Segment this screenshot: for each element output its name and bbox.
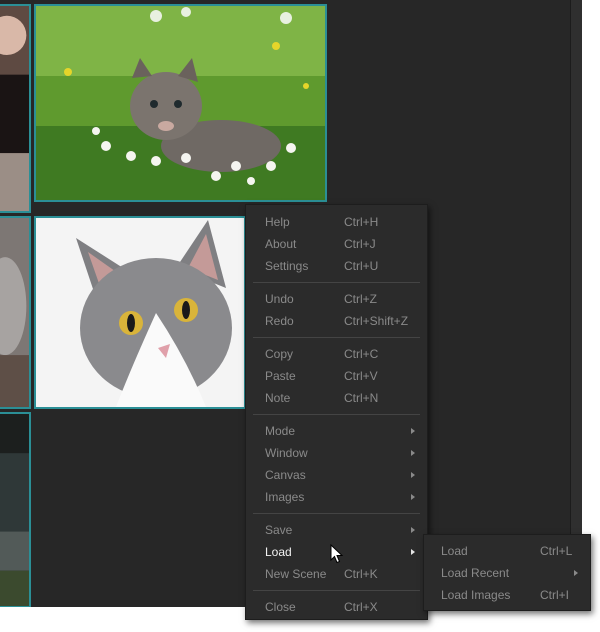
menu-item-save[interactable]: Save [246,519,427,541]
image-thumbnail-kitten[interactable] [34,4,327,202]
menu-item-shortcut: Ctrl+U [344,259,379,273]
menu-item-shortcut: Ctrl+L [540,544,573,558]
submenu-arrow-icon [411,527,415,533]
menu-item-shortcut: Ctrl+Shift+Z [344,314,409,328]
image-thumbnail-gray-cat[interactable] [34,216,246,409]
submenu-item-load[interactable]: Load Ctrl+L [424,540,590,562]
submenu-arrow-icon [411,549,415,555]
menu-item-settings[interactable]: Settings Ctrl+U [246,255,427,277]
menu-item-close[interactable]: Close Ctrl+X [246,596,427,618]
menu-item-shortcut: Ctrl+V [344,369,378,383]
submenu-item-load-images[interactable]: Load Images Ctrl+I [424,584,590,606]
menu-item-shortcut: Ctrl+X [344,600,378,614]
submenu-arrow-icon [411,428,415,434]
menu-item-shortcut: Ctrl+N [344,391,379,405]
menu-item-label: Load Images [441,588,511,602]
kitten-in-grass-image [36,6,325,200]
menu-item-shortcut: Ctrl+K [344,567,378,581]
menu-separator [253,513,420,514]
image-thumbnail-left-middle[interactable] [0,216,31,409]
menu-item-label: Settings [265,259,309,273]
menu-item-label: Canvas [265,468,306,482]
menu-item-label: New Scene [265,567,327,581]
menu-item-mode[interactable]: Mode [246,420,427,442]
submenu-arrow-icon [574,570,578,576]
thumbnail-left-top-image [0,6,29,211]
image-thumbnail-left-bottom[interactable] [0,412,31,607]
menu-item-label: Close [265,600,296,614]
menu-item-note[interactable]: Note Ctrl+N [246,387,427,409]
menu-item-copy[interactable]: Copy Ctrl+C [246,343,427,365]
menu-separator [253,337,420,338]
menu-item-label: Undo [265,292,294,306]
menu-item-shortcut: Ctrl+Z [344,292,377,306]
menu-item-shortcut: Ctrl+H [344,215,379,229]
menu-item-label: About [265,237,297,251]
vertical-scrollbar[interactable] [570,0,582,607]
thumbnail-left-bottom-image [0,414,29,606]
menu-item-label: Load [265,545,292,559]
submenu-arrow-icon [411,494,415,500]
menu-separator [253,282,420,283]
menu-item-shortcut: Ctrl+C [344,347,379,361]
menu-item-label: Mode [265,424,296,438]
submenu-item-load-recent[interactable]: Load Recent [424,562,590,584]
menu-item-label: Note [265,391,291,405]
menu-item-undo[interactable]: Undo Ctrl+Z [246,288,427,310]
menu-item-shortcut: Ctrl+J [344,237,376,251]
image-thumbnail-left-top[interactable] [0,4,31,213]
menu-item-images[interactable]: Images [246,486,427,508]
menu-item-label: Redo [265,314,294,328]
menu-item-label: Load [441,544,468,558]
menu-item-label: Window [265,446,308,460]
mouse-pointer-icon [330,544,344,564]
menu-item-label: Load Recent [441,566,510,580]
menu-item-label: Save [265,523,293,537]
menu-item-shortcut: Ctrl+I [540,588,570,602]
menu-item-about[interactable]: About Ctrl+J [246,233,427,255]
thumbnail-left-middle-image [0,218,29,407]
menu-item-label: Images [265,490,305,504]
menu-item-window[interactable]: Window [246,442,427,464]
load-submenu: Load Ctrl+L Load Recent Load Images Ctrl+I [423,534,591,611]
menu-item-paste[interactable]: Paste Ctrl+V [246,365,427,387]
menu-item-label: Paste [265,369,296,383]
menu-item-label: Help [265,215,290,229]
menu-item-canvas[interactable]: Canvas [246,464,427,486]
menu-item-new-scene[interactable]: New Scene Ctrl+K [246,563,427,585]
menu-item-redo[interactable]: Redo Ctrl+Shift+Z [246,310,427,332]
menu-separator [253,590,420,591]
menu-item-label: Copy [265,347,294,361]
menu-separator [253,414,420,415]
gray-white-cat-image [36,218,244,407]
submenu-arrow-icon [411,450,415,456]
menu-item-help[interactable]: Help Ctrl+H [246,211,427,233]
load-submenu-items: Load Ctrl+L Load Recent Load Images Ctrl+I [424,540,590,606]
submenu-arrow-icon [411,472,415,478]
